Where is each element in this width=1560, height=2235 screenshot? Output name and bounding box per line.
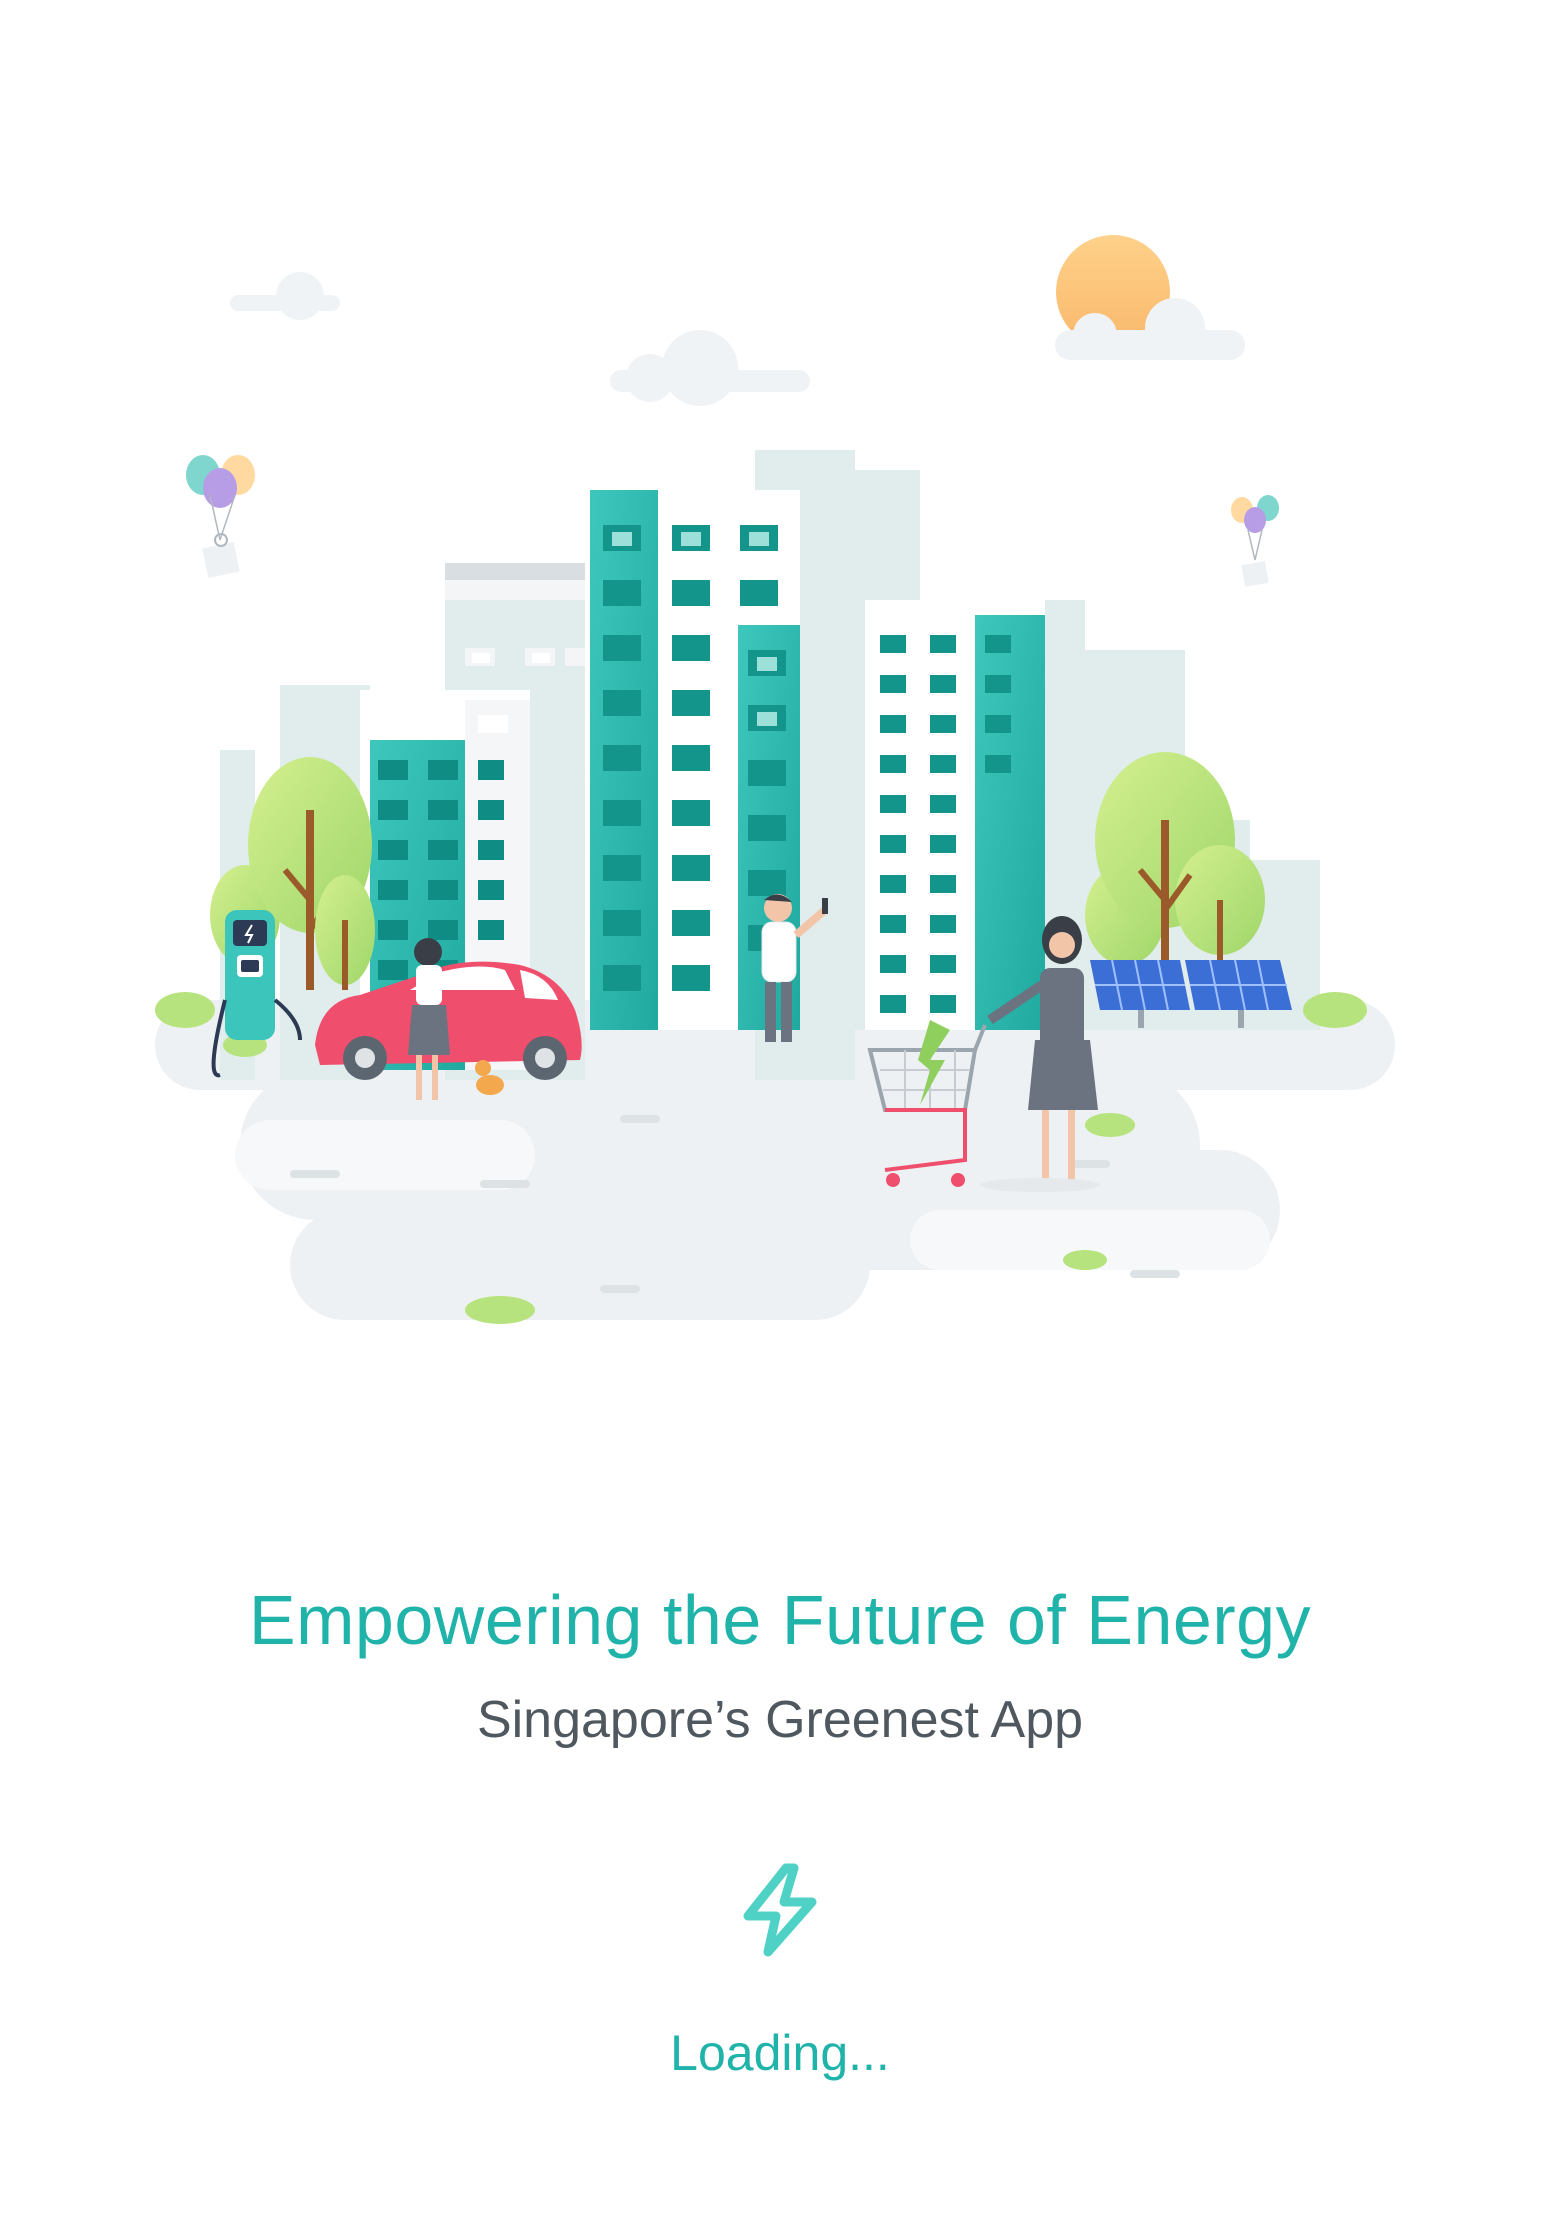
lightning-bolt-icon — [743, 1863, 817, 1957]
loading-label: Loading... — [670, 2025, 890, 2081]
right-building — [865, 600, 1045, 1030]
city-illustration — [155, 235, 1395, 1324]
balloons-right — [1231, 495, 1279, 587]
splash-headline: Empowering the Future of Energy — [248, 1581, 1312, 1659]
splash-subheadline: Singapore’s Greenest App — [476, 1691, 1084, 1749]
clouds — [230, 272, 810, 406]
balloons-left — [186, 455, 255, 578]
